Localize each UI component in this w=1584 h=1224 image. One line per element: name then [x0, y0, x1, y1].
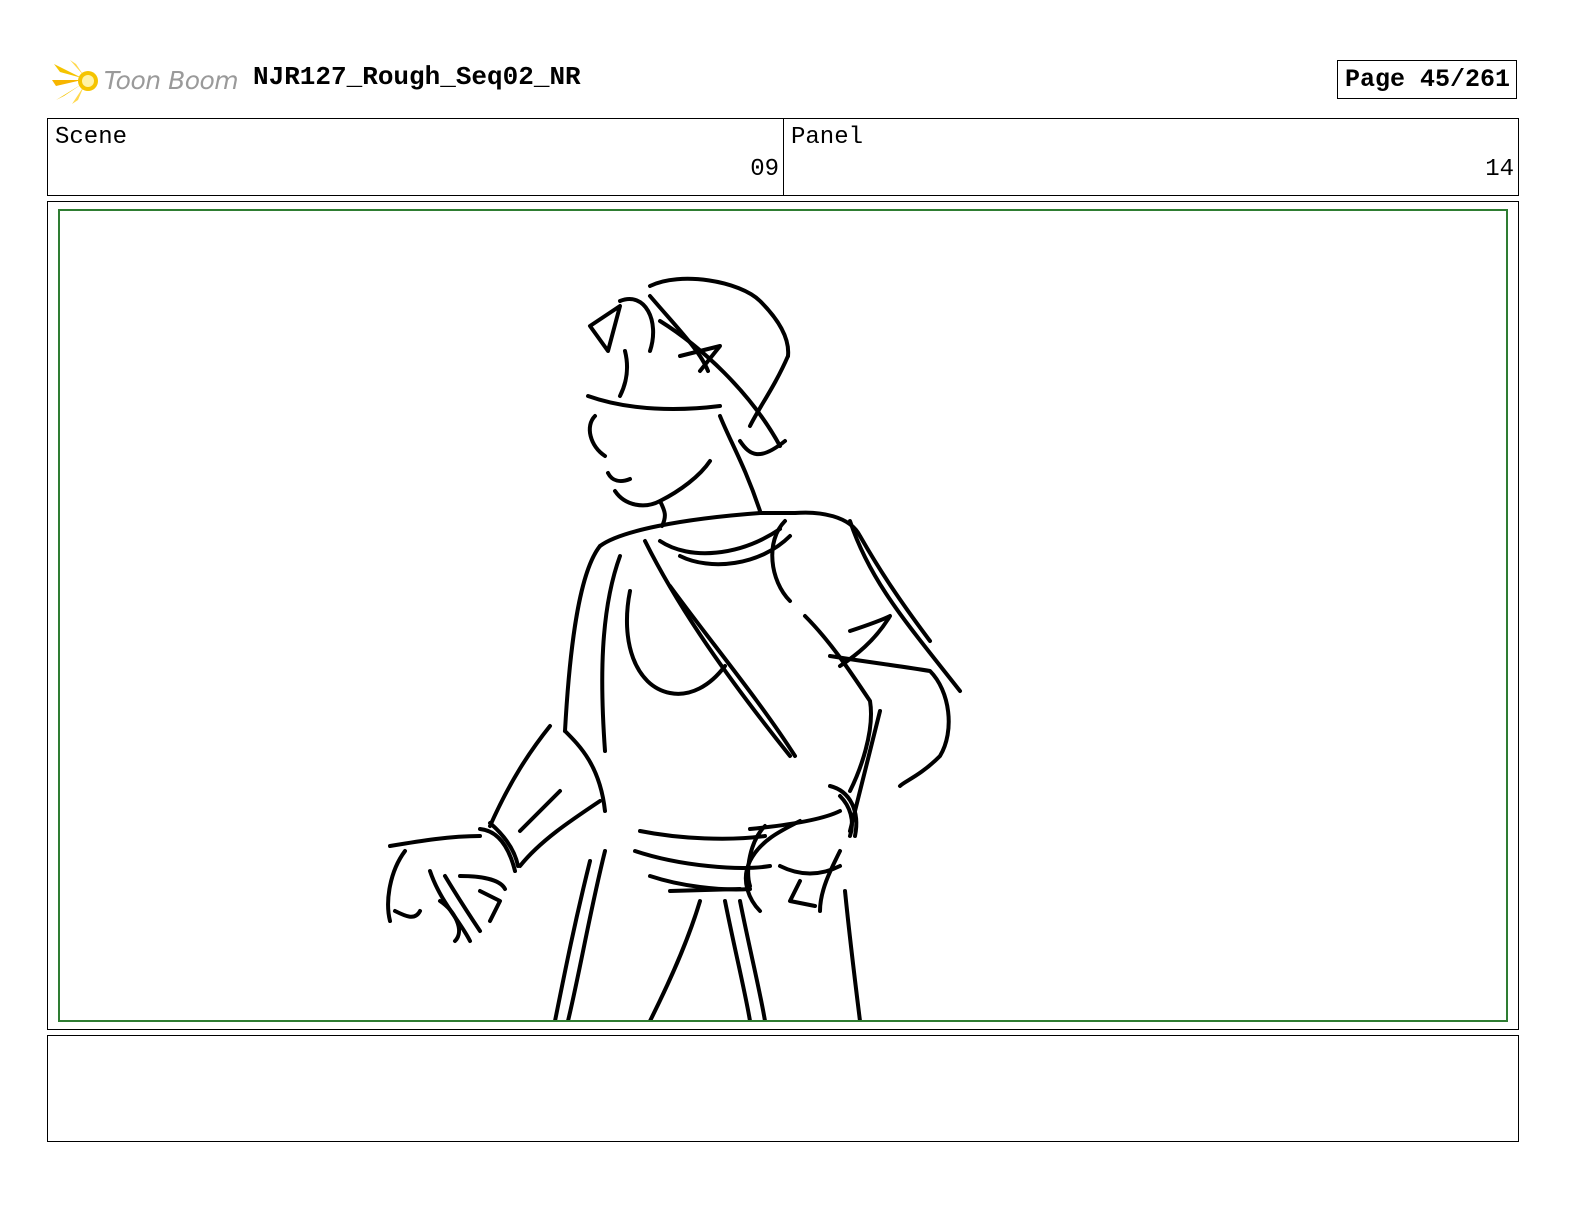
panel-value: 14	[1485, 156, 1514, 183]
scene-panel-row: Scene 09 Panel 14	[47, 118, 1519, 196]
scene-cell: Scene 09	[48, 119, 784, 195]
page-indicator: Page 45/261	[1337, 60, 1517, 99]
notes-box	[47, 1035, 1519, 1142]
document-title: NJR127_Rough_Seq02_NR	[253, 62, 581, 92]
toon-boom-logo-icon	[52, 60, 98, 104]
page-number: 45/261	[1419, 65, 1510, 94]
logo-text: Toon Boom	[104, 66, 239, 95]
character-sketch	[386, 276, 962, 1020]
page-label: Page	[1345, 65, 1406, 94]
scene-label: Scene	[55, 124, 128, 151]
panel-label: Panel	[791, 124, 864, 151]
scene-value: 09	[750, 156, 779, 183]
toon-boom-logo: Toon Boom	[52, 58, 242, 106]
panel-cell: Panel 14	[784, 119, 1518, 195]
panel-image	[58, 209, 1508, 1022]
